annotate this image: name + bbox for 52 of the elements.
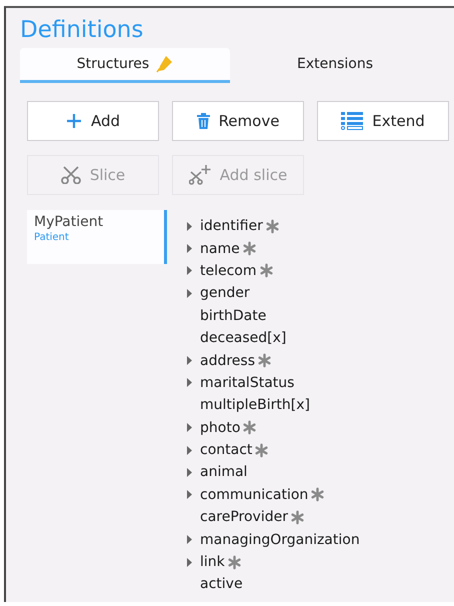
element-name: link bbox=[200, 554, 225, 570]
tab[interactable]: Extensions bbox=[230, 48, 440, 83]
asterisk-icon bbox=[226, 554, 242, 570]
expand-arrow-icon[interactable] bbox=[187, 222, 192, 231]
expand-arrow-icon[interactable] bbox=[187, 266, 192, 276]
element-name: deceased[x] bbox=[200, 330, 286, 346]
expand-arrow-icon[interactable] bbox=[187, 558, 192, 567]
asterisk-icon bbox=[258, 263, 274, 278]
expand-arrow-icon[interactable] bbox=[187, 356, 192, 366]
element-name: name bbox=[200, 240, 240, 257]
expand-arrow-icon[interactable] bbox=[187, 446, 192, 455]
extend-button[interactable]: Extend bbox=[317, 101, 449, 141]
asterisk-icon bbox=[242, 241, 257, 256]
expand-arrow-icon[interactable] bbox=[187, 244, 192, 254]
remove-button[interactable]: Remove bbox=[172, 101, 304, 141]
element-name: communication bbox=[200, 486, 308, 503]
plus-icon bbox=[66, 113, 82, 129]
asterisk-icon bbox=[257, 353, 272, 368]
list-icon bbox=[341, 112, 364, 130]
expand-arrow-icon[interactable] bbox=[187, 535, 192, 544]
asterisk-icon bbox=[242, 420, 258, 436]
asterisk-icon bbox=[264, 218, 280, 234]
asterisk-icon bbox=[290, 510, 305, 525]
add-button[interactable]: Add bbox=[27, 101, 159, 141]
element-name: contact bbox=[200, 442, 252, 458]
structure-item[interactable]: MyPatient Patient bbox=[27, 210, 167, 264]
scissors-plus-icon bbox=[188, 165, 211, 185]
trash-icon bbox=[196, 113, 210, 129]
expand-arrow-icon[interactable] bbox=[187, 378, 192, 388]
expand-arrow-icon[interactable] bbox=[187, 490, 192, 500]
element-name: birthDate bbox=[200, 308, 266, 324]
tab[interactable]: Structures bbox=[20, 48, 230, 83]
expand-arrow-icon[interactable] bbox=[187, 468, 192, 477]
element-name: careProvider bbox=[200, 509, 288, 526]
element-name: animal bbox=[200, 464, 248, 480]
element-name: identifier bbox=[200, 218, 263, 234]
element-name: active bbox=[200, 576, 243, 592]
element-name: maritalStatus bbox=[200, 374, 294, 391]
structure-name: MyPatient bbox=[34, 214, 104, 230]
element-name: multipleBirth[x] bbox=[200, 397, 310, 414]
element-name: photo bbox=[200, 420, 240, 436]
element-name: gender bbox=[200, 285, 250, 302]
element-name: telecom bbox=[200, 262, 257, 279]
element-name: managingOrganization bbox=[200, 532, 360, 548]
asterisk-icon bbox=[254, 442, 270, 458]
scissors-icon bbox=[60, 166, 81, 184]
asterisk-icon bbox=[310, 487, 326, 502]
structure-base: Patient bbox=[34, 232, 70, 243]
page-title: Definitions bbox=[20, 16, 144, 44]
element-name: address bbox=[200, 352, 256, 369]
expand-arrow-icon[interactable] bbox=[187, 288, 192, 298]
expand-arrow-icon[interactable] bbox=[187, 423, 192, 432]
